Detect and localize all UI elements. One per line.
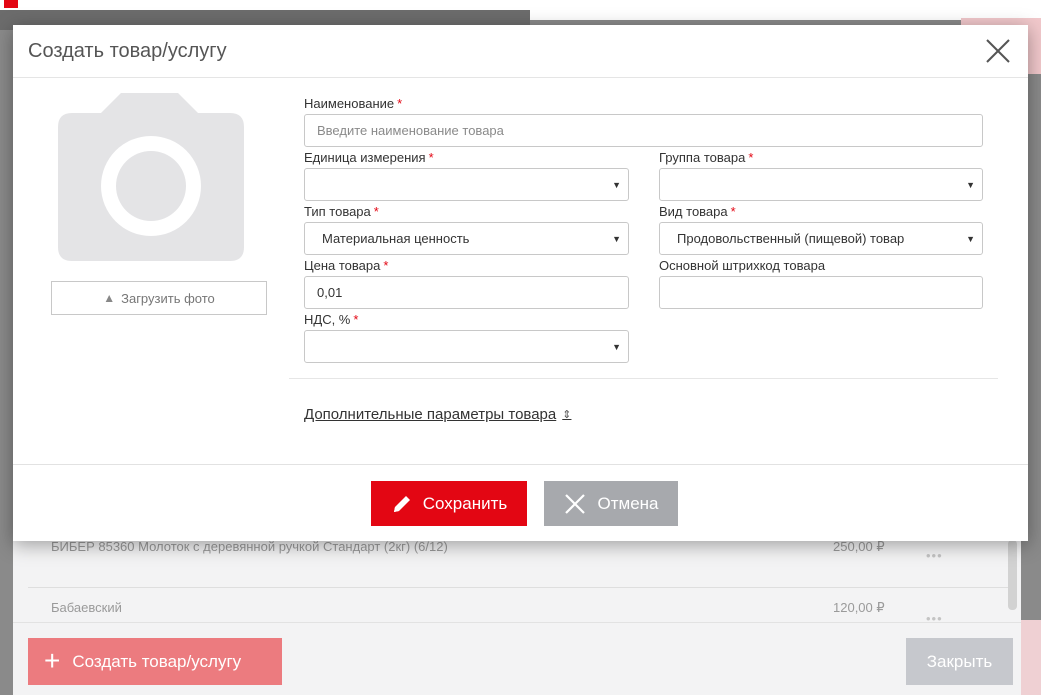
create-product-dialog: Создать товар/услугу ▲ Загрузить фото На… <box>13 25 1028 541</box>
caret-down-icon: ▼ <box>612 180 621 190</box>
close-list-button[interactable]: Закрыть <box>906 638 1013 685</box>
group-label: Группа товара * <box>659 150 754 165</box>
type-value: Материальная ценность <box>322 231 470 246</box>
cancel-button[interactable]: Отмена <box>544 481 678 526</box>
caret-down-icon: ▼ <box>612 234 621 244</box>
name-field[interactable] <box>304 114 983 147</box>
close-icon[interactable] <box>984 37 1012 65</box>
plus-icon: + <box>44 644 61 676</box>
name-input[interactable] <box>317 115 982 146</box>
group-select[interactable]: ▼ <box>659 168 983 201</box>
type-label: Тип товара * <box>304 204 379 219</box>
product-price: 250,00 ₽ <box>833 539 885 554</box>
section-divider <box>289 378 998 379</box>
type-select[interactable]: Материальная ценность ▼ <box>304 222 629 255</box>
unit-select[interactable]: ▼ <box>304 168 629 201</box>
dialog-title: Создать товар/услугу <box>28 40 227 62</box>
more-dots-icon[interactable]: ••• <box>926 548 943 563</box>
additional-params-label: Дополнительные параметры товара <box>304 406 557 423</box>
dialog-header: Создать товар/услугу <box>13 25 1028 78</box>
additional-params-link[interactable]: Дополнительные параметры товара ⇕ <box>304 406 571 423</box>
kind-value: Продовольственный (пищевой) товар <box>677 231 905 246</box>
product-price: 120,00 ₽ <box>833 600 885 615</box>
product-name: Бабаевский <box>51 600 122 615</box>
list-scrollbar[interactable] <box>1008 540 1017 610</box>
caret-down-icon: ▼ <box>966 180 975 190</box>
save-label: Сохранить <box>422 493 508 513</box>
price-value: 0,01 <box>317 285 343 300</box>
app-logo-mark <box>4 0 18 8</box>
price-label: Цена товара * <box>304 258 389 273</box>
create-product-label: Создать товар/услугу <box>72 651 242 671</box>
vat-label: НДС, % * <box>304 312 359 327</box>
pencil-icon <box>393 495 410 512</box>
vat-select[interactable]: ▼ <box>304 330 629 363</box>
dialog-footer: Сохранить Отмена <box>13 464 1028 541</box>
upload-photo-button[interactable]: ▲ Загрузить фото <box>51 281 267 315</box>
camera-icon <box>58 93 244 261</box>
kind-label: Вид товара * <box>659 204 736 219</box>
barcode-field[interactable] <box>659 276 983 309</box>
cancel-label: Отмена <box>597 493 659 513</box>
unit-label: Единица измерения * <box>304 150 434 165</box>
cancel-x-icon <box>564 493 585 514</box>
sort-icon: ⇕ <box>562 409 572 421</box>
caret-down-icon: ▼ <box>966 234 975 244</box>
product-name: БИБЕР 85360 Молоток с деревянной ручкой … <box>51 539 448 554</box>
kind-select[interactable]: Продовольственный (пищевой) товар ▼ <box>659 222 983 255</box>
name-label: Наименование * <box>304 96 403 111</box>
barcode-label: Основной штрихкод товара <box>659 258 826 273</box>
caret-down-icon: ▼ <box>612 342 621 352</box>
save-button[interactable]: Сохранить <box>371 481 527 526</box>
price-field[interactable]: 0,01 <box>304 276 629 309</box>
upload-icon: ▲ <box>103 291 116 305</box>
upload-photo-label: Загрузить фото <box>121 290 215 306</box>
create-product-button[interactable]: + Создать товар/услугу <box>28 638 282 685</box>
